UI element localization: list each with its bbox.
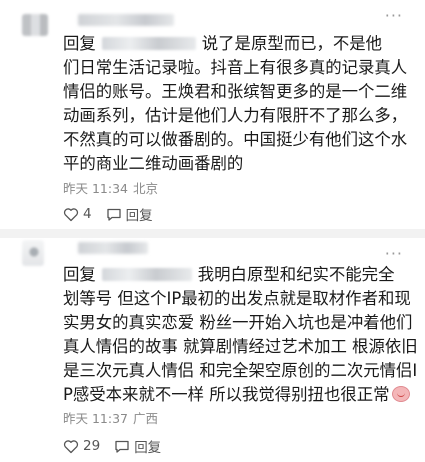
comment-line: 动画系列，估计是他们人力有限肝不了那么多， <box>63 106 408 125</box>
speech-bubble-icon <box>106 208 121 221</box>
comment-line: 情侣的账号。王焕君和张缤智更多的是一个二维 <box>63 82 408 101</box>
comment-actions: 29 回复 <box>63 436 175 456</box>
crying-face-emoji-icon <box>391 386 410 402</box>
reply-label: 回复 <box>125 208 153 224</box>
location: 广西 <box>133 411 159 426</box>
like-count: 29 <box>83 438 101 454</box>
comment-line: 划等号 但这个IP最初的出发点就是取材作者和现 <box>63 289 411 308</box>
comment-line: 回复 说了是原型而已，不是他 <box>63 34 383 53</box>
speech-bubble-icon <box>115 440 129 453</box>
heart-outline-icon <box>63 439 79 453</box>
more-options-icon[interactable]: ··· <box>385 6 403 25</box>
reply-prefix: 回复 <box>63 34 96 53</box>
comment-line: 实男女的真实恋爱 粉丝一开始入坑也是冲着他们 <box>63 313 413 332</box>
comment-line: 平的商业二维动画番剧的 <box>63 154 244 173</box>
reply-label: 回复 <box>134 440 162 456</box>
comment-meta: 昨天 11:37 广西 <box>63 408 163 427</box>
username-redacted[interactable] <box>78 14 174 26</box>
comment-item: ··· 回复 我明白原型和纪实不能完全 划等号 但这个IP最初的出发点就是取材作者… <box>0 238 425 462</box>
avatar[interactable] <box>22 240 44 266</box>
reply-button[interactable]: 回复 <box>114 436 161 456</box>
reply-prefix: 回复 <box>63 265 96 284</box>
comment-actions: 4 回复 <box>63 204 167 224</box>
like-button[interactable]: 4 <box>63 206 92 222</box>
comment-text: 回复 我明白原型和纪实不能完全 划等号 但这个IP最初的出发点就是取材作者和现 实… <box>63 263 418 407</box>
avatar[interactable] <box>22 14 48 36</box>
comment-divider <box>0 229 425 238</box>
comment-text: 回复 说了是原型而已，不是他 们日常生活记录啦。抖音上有很多真的记录真人 情侣的账… <box>63 32 408 176</box>
heart-outline-icon <box>63 207 79 221</box>
more-options-icon[interactable]: ··· <box>385 244 403 263</box>
reply-button[interactable]: 回复 <box>106 204 153 224</box>
comment-line: 们日常生活记录啦。抖音上有很多真的记录真人 <box>63 58 408 77</box>
comment-line: P感受本来就不一样 所以我觉得别扭也很正常 <box>63 383 410 407</box>
comment-item: ··· 回复 说了是原型而已，不是他 们日常生活记录啦。抖音上有很多真的记录真人 … <box>0 0 425 230</box>
comment-line: 真人情侣的故事 就算剧情经过艺术加工 根源依旧 <box>63 337 418 356</box>
comment-line: 不然真的可以做番剧的。中国挺少有他们这个水 <box>63 130 408 149</box>
location: 北京 <box>133 181 159 196</box>
timestamp: 昨天 11:37 <box>63 411 128 426</box>
comment-meta: 昨天 11:34 北京 <box>63 178 163 197</box>
like-count: 4 <box>83 206 92 222</box>
username-redacted[interactable] <box>78 242 148 254</box>
like-button[interactable]: 29 <box>63 438 100 454</box>
comment-line: 回复 我明白原型和纪实不能完全 <box>63 265 395 284</box>
mention-redacted[interactable] <box>101 267 192 281</box>
mention-redacted[interactable] <box>101 36 196 50</box>
timestamp: 昨天 11:34 <box>63 181 128 196</box>
comment-line: 是三次元真人情侣 和完全架空原创的二次元情侣I <box>63 361 418 380</box>
